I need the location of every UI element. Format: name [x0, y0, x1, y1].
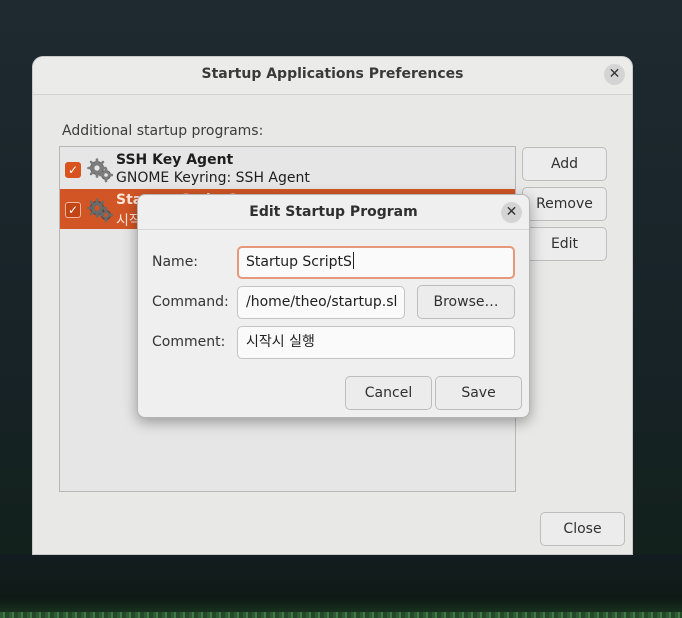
window-titlebar[interactable]: Startup Applications Preferences ✕ — [33, 57, 632, 95]
program-name: SSH Key Agent — [116, 152, 234, 168]
command-field[interactable]: /home/theo/startup.sl — [237, 286, 405, 319]
save-button[interactable]: Save — [435, 376, 522, 410]
dialog-titlebar[interactable]: Edit Startup Program ✕ — [138, 195, 529, 230]
comment-field[interactable]: 시작시 실행 — [237, 326, 515, 359]
gears-icon — [87, 158, 113, 183]
dialog-title: Edit Startup Program — [249, 204, 418, 220]
window-title: Startup Applications Preferences — [201, 66, 464, 82]
enabled-checkbox[interactable]: ✓ — [65, 202, 81, 218]
browse-button[interactable]: Browse… — [417, 285, 515, 319]
section-label: Additional startup programs: — [62, 123, 264, 139]
edit-button[interactable]: Edit — [522, 227, 607, 261]
add-button[interactable]: Add — [522, 147, 607, 181]
enabled-checkbox[interactable]: ✓ — [65, 162, 81, 178]
dialog-close-icon[interactable]: ✕ — [501, 202, 522, 223]
gears-icon — [87, 198, 113, 223]
list-item-ssh-key-agent[interactable]: ✓ SSH Key Agent GNOME Keyring: SSH Agent — [60, 149, 515, 189]
text-caret — [352, 252, 354, 269]
window-close-icon[interactable]: ✕ — [604, 64, 625, 85]
remove-button[interactable]: Remove — [522, 187, 607, 221]
name-field-value: Startup ScriptS — [246, 254, 352, 270]
name-field[interactable]: Startup ScriptS — [237, 246, 515, 279]
cancel-button[interactable]: Cancel — [345, 376, 432, 410]
close-button[interactable]: Close — [540, 512, 625, 546]
comment-label: Comment: — [152, 334, 226, 350]
edit-startup-program-dialog: Edit Startup Program ✕ Name: Startup Scr… — [137, 194, 530, 418]
program-description: GNOME Keyring: SSH Agent — [116, 170, 310, 186]
desktop-background — [0, 554, 682, 618]
name-label: Name: — [152, 254, 199, 270]
desktop-wallpaper-strip — [0, 612, 682, 618]
command-label: Command: — [152, 294, 229, 310]
